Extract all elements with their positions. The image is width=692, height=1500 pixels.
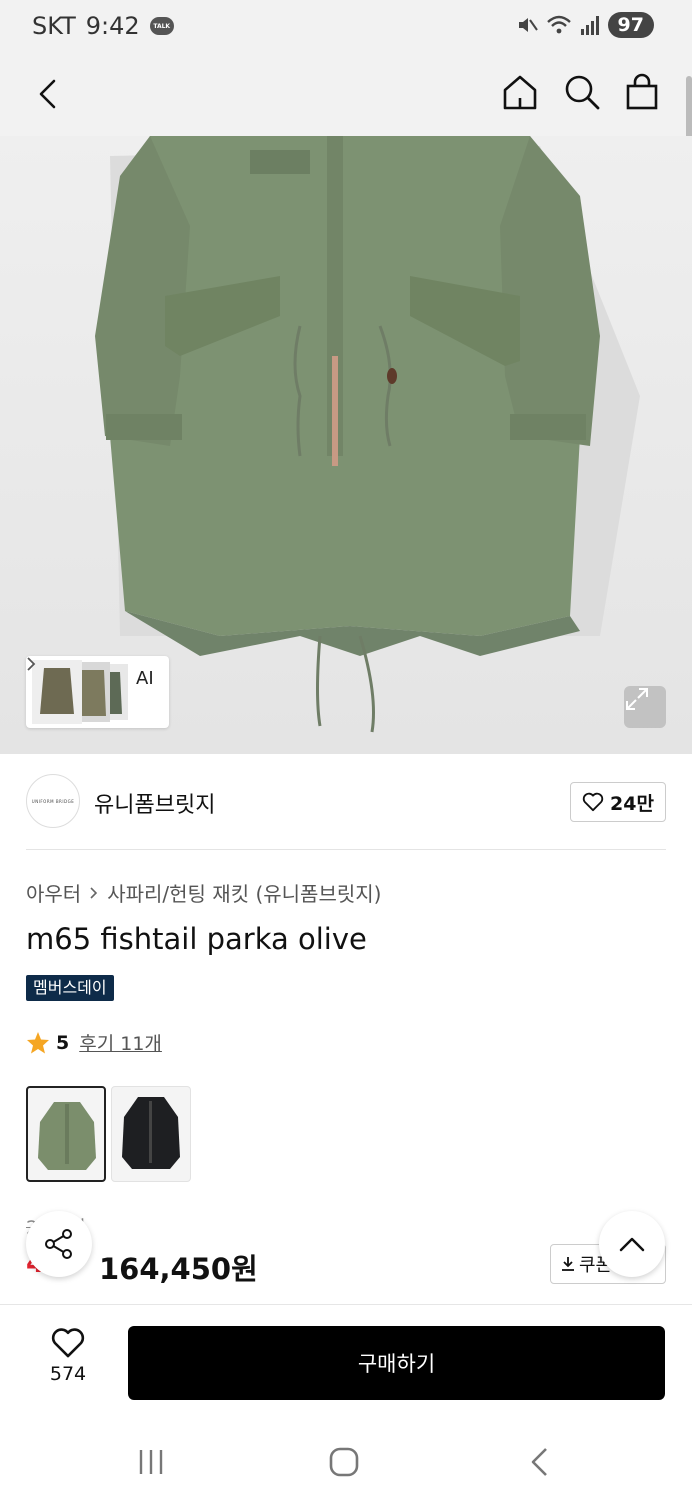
status-left: SKT 9:42 TALK (32, 12, 174, 40)
rating-row: 5 후기 11개 (26, 1029, 162, 1056)
status-time: 9:42 (85, 12, 140, 40)
shopping-bag-icon[interactable] (622, 72, 662, 112)
expand-image-button[interactable] (624, 686, 666, 728)
brand-like-button[interactable]: 24만 (570, 782, 666, 822)
wishlist-button[interactable]: 574 (40, 1327, 96, 1391)
talk-notification-icon: TALK (149, 17, 174, 35)
ai-label: AI (136, 668, 154, 689)
brand-row[interactable]: UNIFORM BRIDGE 유니폼브릿지 24만 (26, 774, 666, 830)
thumbnail-stack (32, 660, 128, 724)
ai-thumbnail-card[interactable]: AI (26, 656, 169, 728)
breadcrumb-category[interactable]: 아우터 (26, 878, 81, 907)
divider (26, 849, 666, 850)
bottom-action-bar: 574 구매하기 (0, 1304, 692, 1418)
signal-icon (580, 16, 599, 35)
brand-like-count: 24만 (610, 792, 654, 815)
share-button[interactable] (26, 1211, 92, 1277)
product-title: m65 fishtail parka olive (26, 922, 367, 956)
system-back-icon[interactable] (522, 1444, 558, 1480)
sale-price: 164,450원 (99, 1252, 258, 1286)
share-icon (45, 1229, 72, 1259)
home-button-icon[interactable] (326, 1444, 362, 1480)
system-navigation-bar (0, 1418, 692, 1500)
status-carrier: SKT (32, 12, 76, 40)
variant-olive[interactable] (26, 1086, 106, 1182)
mute-icon (518, 18, 538, 32)
breadcrumb-subcategory[interactable]: 사파리/헌팅 재킷 (유니폼브릿지) (107, 878, 381, 907)
chevron-right-icon (90, 886, 98, 899)
rating-value: 5 (56, 1031, 70, 1054)
download-icon (562, 1257, 574, 1271)
product-image-gallery[interactable]: AI (0, 136, 692, 754)
top-navigation (0, 56, 692, 136)
home-icon[interactable] (500, 72, 540, 112)
search-icon[interactable] (562, 72, 602, 112)
status-bar: SKT 9:42 TALK 97 (0, 0, 692, 56)
brand-name[interactable]: 유니폼브릿지 (94, 787, 215, 819)
expand-icon (626, 688, 648, 710)
variant-black-image (122, 1097, 180, 1169)
wifi-icon (546, 15, 571, 34)
status-right: 97 (516, 12, 654, 38)
back-arrow-icon[interactable] (30, 74, 70, 114)
breadcrumb: 아우터 사파리/헌팅 재킷 (유니폼브릿지) (26, 878, 381, 907)
battery-indicator: 97 (607, 12, 654, 38)
heart-icon (582, 792, 604, 812)
variant-olive-image (38, 1102, 96, 1170)
recent-apps-icon[interactable] (133, 1444, 169, 1480)
buy-button[interactable]: 구매하기 (128, 1326, 665, 1400)
chevron-right-icon (27, 657, 36, 671)
chevron-up-icon (619, 1237, 645, 1252)
variant-black[interactable] (111, 1086, 191, 1182)
heart-icon (51, 1328, 85, 1358)
wishlist-count: 574 (49, 1363, 87, 1385)
star-icon (27, 1031, 49, 1053)
scroll-to-top-button[interactable] (599, 1211, 665, 1277)
brand-logo[interactable]: UNIFORM BRIDGE (26, 774, 80, 828)
members-day-badge: 멤버스데이 (26, 975, 114, 1001)
review-link[interactable]: 후기 11개 (79, 1029, 162, 1056)
